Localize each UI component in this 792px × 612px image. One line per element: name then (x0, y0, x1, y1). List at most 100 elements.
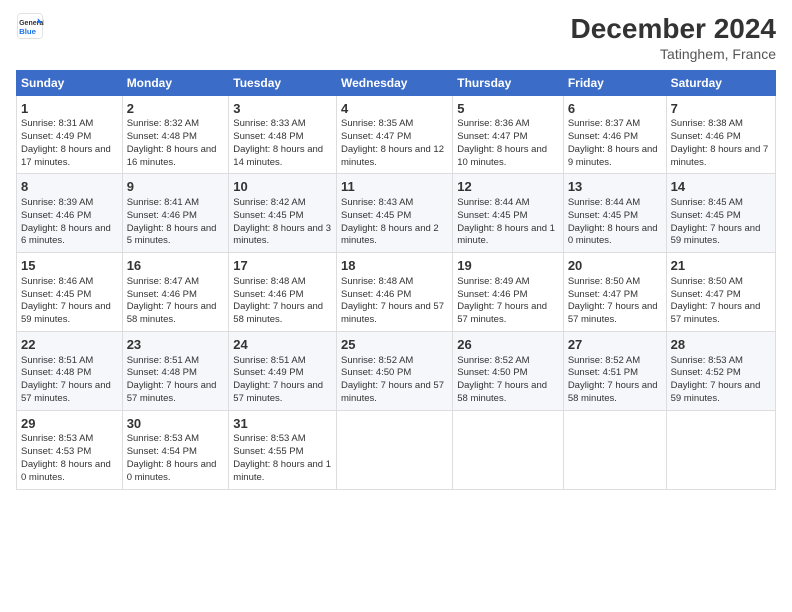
sunrise: Sunrise: 8:53 AM (127, 433, 199, 444)
day-cell: 25Sunrise: 8:52 AMSunset: 4:50 PMDayligh… (337, 331, 453, 410)
sunrise: Sunrise: 8:50 AM (671, 276, 743, 287)
col-saturday: Saturday (666, 70, 775, 95)
daylight: Daylight: 7 hours and 59 minutes. (671, 380, 761, 404)
daylight: Daylight: 7 hours and 59 minutes. (21, 301, 111, 325)
day-number: 21 (671, 257, 771, 275)
col-sunday: Sunday (17, 70, 123, 95)
sunrise: Sunrise: 8:38 AM (671, 118, 743, 129)
svg-text:Blue: Blue (19, 27, 37, 36)
sunset: Sunset: 4:45 PM (341, 210, 411, 221)
day-cell: 28Sunrise: 8:53 AMSunset: 4:52 PMDayligh… (666, 331, 775, 410)
sunrise: Sunrise: 8:52 AM (341, 355, 413, 366)
day-number: 10 (233, 178, 332, 196)
sunset: Sunset: 4:48 PM (233, 131, 303, 142)
sunset: Sunset: 4:46 PM (457, 289, 527, 300)
daylight: Daylight: 7 hours and 59 minutes. (671, 223, 761, 247)
day-number: 23 (127, 336, 225, 354)
day-number: 16 (127, 257, 225, 275)
day-number: 13 (568, 178, 662, 196)
day-cell: 17Sunrise: 8:48 AM Sunset: 4:46 PMDayligh… (229, 253, 337, 332)
day-cell (666, 410, 775, 489)
sunset: Sunset: 4:49 PM (21, 131, 91, 142)
sunrise: Sunrise: 8:46 AM (21, 276, 93, 287)
main-title: December 2024 (571, 12, 776, 46)
day-cell: 8Sunrise: 8:39 AMSunset: 4:46 PMDaylight… (17, 174, 123, 253)
daylight: Daylight: 8 hours and 1 minute. (457, 223, 555, 247)
title-block: December 2024 Tatinghem, France (571, 12, 776, 62)
day-number: 20 (568, 257, 662, 275)
day-number: 22 (21, 336, 118, 354)
sunset: Sunset: 4:46 PM (671, 131, 741, 142)
sunset: Sunset: 4:52 PM (671, 367, 741, 378)
sunset: Sunset: 4:47 PM (568, 289, 638, 300)
daylight: Daylight: 8 hours and 5 minutes. (127, 223, 217, 247)
sunset: Sunset: 4:45 PM (233, 210, 303, 221)
day-number: 18 (341, 257, 448, 275)
sunset: Sunset: 4:46 PM (127, 289, 197, 300)
day-number: 8 (21, 178, 118, 196)
sunset: Sunset: 4:47 PM (457, 131, 527, 142)
day-number: 15 (21, 257, 118, 275)
day-number: 9 (127, 178, 225, 196)
daylight: Daylight: 7 hours and 57 minutes. (341, 301, 444, 325)
daylight: Daylight: 8 hours and 2 minutes. (341, 223, 439, 247)
day-cell (453, 410, 564, 489)
sunset: Sunset: 4:46 PM (233, 289, 303, 300)
sunset: Sunset: 4:47 PM (341, 131, 411, 142)
day-number: 24 (233, 336, 332, 354)
daylight: Daylight: 7 hours and 58 minutes. (233, 301, 323, 325)
day-cell: 27Sunrise: 8:52 AMSunset: 4:51 PMDayligh… (563, 331, 666, 410)
day-cell: 9Sunrise: 8:41 AMSunset: 4:46 PMDaylight… (122, 174, 229, 253)
sunrise: Sunrise: 8:48 AM (233, 276, 305, 287)
daylight: Daylight: 7 hours and 57 minutes. (671, 301, 761, 325)
day-number: 7 (671, 100, 771, 118)
day-number: 31 (233, 415, 332, 433)
header: General Blue December 2024 Tatinghem, Fr… (16, 12, 776, 62)
daylight: Daylight: 8 hours and 6 minutes. (21, 223, 111, 247)
col-thursday: Thursday (453, 70, 564, 95)
week-row-1: 1Sunrise: 8:31 AMSunset: 4:49 PMDaylight… (17, 95, 776, 174)
daylight: Daylight: 8 hours and 3 minutes. (233, 223, 331, 247)
day-number: 17 (233, 257, 332, 275)
sunrise: Sunrise: 8:51 AM (127, 355, 199, 366)
day-cell: 4Sunrise: 8:35 AMSunset: 4:47 PMDaylight… (337, 95, 453, 174)
day-number: 12 (457, 178, 559, 196)
logo-icon: General Blue (16, 12, 44, 40)
sunrise: Sunrise: 8:51 AM (233, 355, 305, 366)
day-number: 26 (457, 336, 559, 354)
day-cell: 1Sunrise: 8:31 AMSunset: 4:49 PMDaylight… (17, 95, 123, 174)
col-wednesday: Wednesday (337, 70, 453, 95)
day-cell: 14Sunrise: 8:45 AMSunset: 4:45 PMDayligh… (666, 174, 775, 253)
sunset: Sunset: 4:45 PM (21, 289, 91, 300)
sunrise: Sunrise: 8:44 AM (457, 197, 529, 208)
week-row-4: 22Sunrise: 8:51 AMSunset: 4:48 PMDayligh… (17, 331, 776, 410)
day-number: 19 (457, 257, 559, 275)
day-number: 1 (21, 100, 118, 118)
day-cell: 24Sunrise: 8:51 AMSunset: 4:49 PMDayligh… (229, 331, 337, 410)
day-cell: 16Sunrise: 8:47 AMSunset: 4:46 PMDayligh… (122, 253, 229, 332)
page: General Blue December 2024 Tatinghem, Fr… (0, 0, 792, 612)
sunset: Sunset: 4:50 PM (457, 367, 527, 378)
daylight: Daylight: 8 hours and 0 minutes. (127, 459, 217, 483)
day-cell: 18Sunrise: 8:48 AMSunset: 4:46 PMDayligh… (337, 253, 453, 332)
sunrise: Sunrise: 8:50 AM (568, 276, 640, 287)
daylight: Daylight: 7 hours and 57 minutes. (127, 380, 217, 404)
daylight: Daylight: 8 hours and 14 minutes. (233, 144, 323, 168)
sunrise: Sunrise: 8:45 AM (671, 197, 743, 208)
day-number: 14 (671, 178, 771, 196)
day-cell: 6Sunrise: 8:37 AMSunset: 4:46 PMDaylight… (563, 95, 666, 174)
day-number: 11 (341, 178, 448, 196)
day-number: 6 (568, 100, 662, 118)
day-cell: 20Sunrise: 8:50 AMSunset: 4:47 PMDayligh… (563, 253, 666, 332)
day-cell: 15Sunrise: 8:46 AM Sunset: 4:45 PMDayligh… (17, 253, 123, 332)
week-row-2: 8Sunrise: 8:39 AMSunset: 4:46 PMDaylight… (17, 174, 776, 253)
sunrise: Sunrise: 8:35 AM (341, 118, 413, 129)
sunrise: Sunrise: 8:52 AM (568, 355, 640, 366)
day-cell: 2Sunrise: 8:32 AMSunset: 4:48 PMDaylight… (122, 95, 229, 174)
col-friday: Friday (563, 70, 666, 95)
sunrise: Sunrise: 8:53 AM (233, 433, 305, 444)
day-cell: 30Sunrise: 8:53 AMSunset: 4:54 PMDayligh… (122, 410, 229, 489)
sunset: Sunset: 4:46 PM (341, 289, 411, 300)
day-cell: 10Sunrise: 8:42 AMSunset: 4:45 PMDayligh… (229, 174, 337, 253)
daylight: Daylight: 7 hours and 57 minutes. (457, 301, 547, 325)
